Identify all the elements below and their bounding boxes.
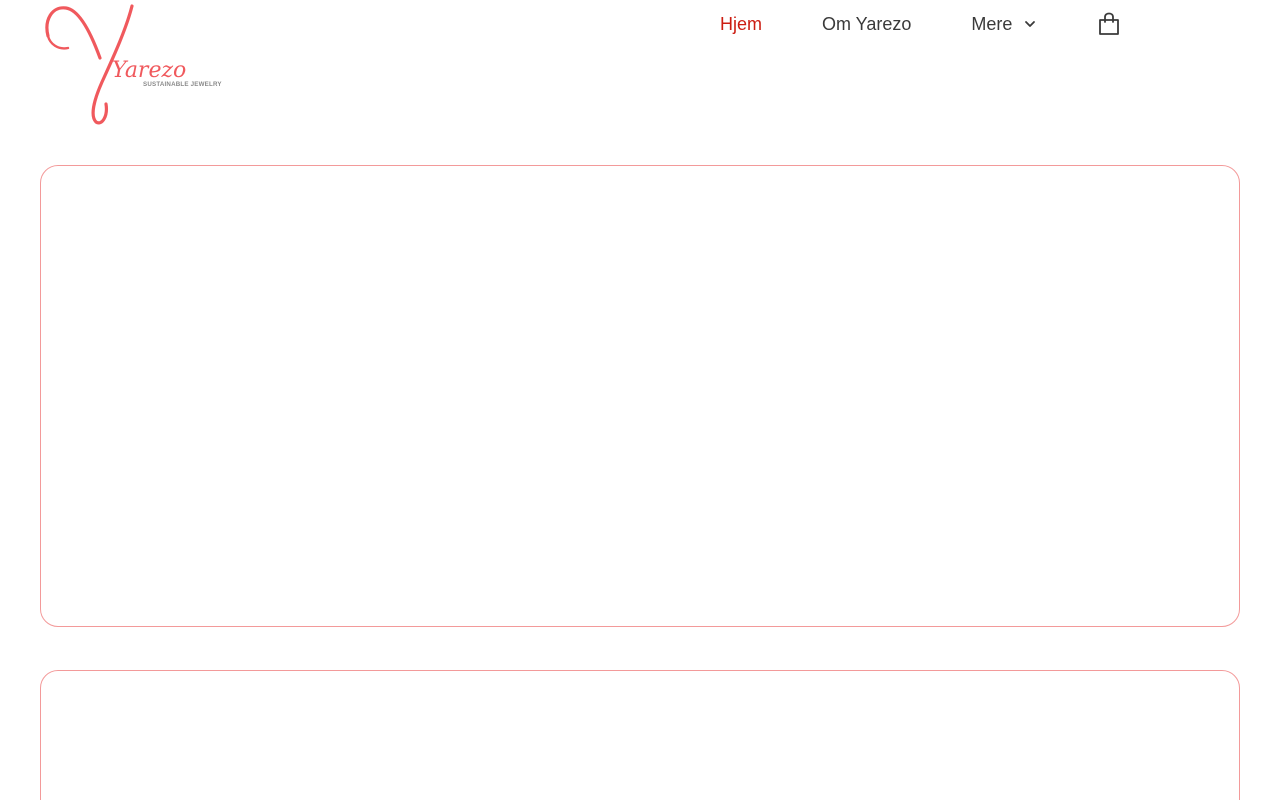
- yarezo-logo[interactable]: Yarezo SUSTAINABLE JEWELRY: [40, 0, 240, 128]
- chevron-down-icon: [1025, 21, 1036, 27]
- nav-item-more[interactable]: Mere: [971, 11, 1036, 37]
- nav-item-home[interactable]: Hjem: [720, 11, 762, 37]
- nav-item-more-label: Mere: [971, 14, 1013, 34]
- content-card: [40, 670, 1240, 800]
- logo-tagline: SUSTAINABLE JEWELRY: [143, 81, 222, 88]
- logo-wordmark: Yarezo: [112, 58, 186, 83]
- shopping-bag-icon[interactable]: [1098, 12, 1120, 36]
- content-card: [40, 165, 1240, 627]
- page: Yarezo SUSTAINABLE JEWELRY Hjem Om Yarez…: [0, 0, 1280, 800]
- main-nav: Hjem Om Yarezo Mere: [720, 10, 1120, 38]
- nav-item-about[interactable]: Om Yarezo: [822, 11, 911, 37]
